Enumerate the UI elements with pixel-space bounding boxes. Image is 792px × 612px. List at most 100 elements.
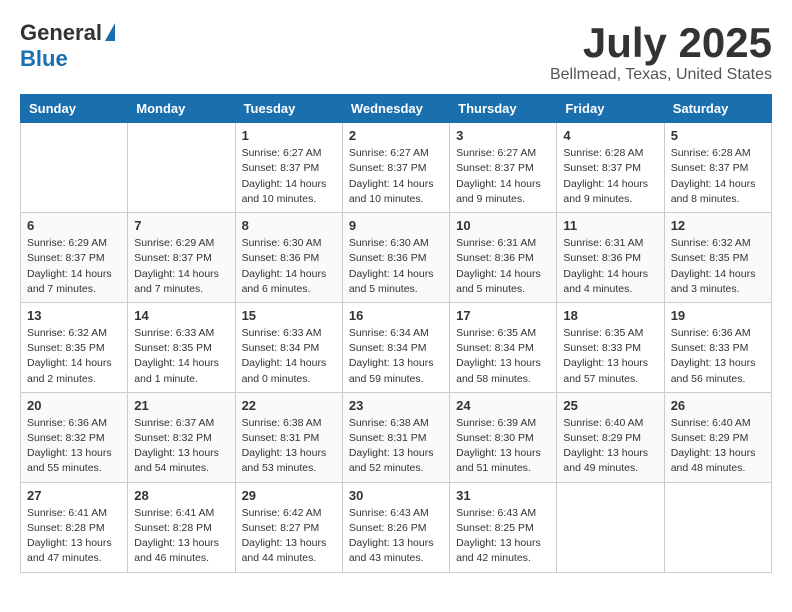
calendar-cell: 22Sunrise: 6:38 AM Sunset: 8:31 PM Dayli… (235, 392, 342, 482)
day-info: Sunrise: 6:38 AM Sunset: 8:31 PM Dayligh… (349, 416, 443, 477)
day-info: Sunrise: 6:43 AM Sunset: 8:26 PM Dayligh… (349, 506, 443, 567)
day-info: Sunrise: 6:33 AM Sunset: 8:34 PM Dayligh… (242, 326, 336, 387)
day-info: Sunrise: 6:41 AM Sunset: 8:28 PM Dayligh… (27, 506, 121, 567)
calendar-week-3: 13 Sunrise: 6:32 AM Sunset: 8:35 PM Dayli… (21, 302, 772, 392)
day-info: Sunrise: 6:30 AM Sunset: 8:36 PM Dayligh… (242, 236, 336, 297)
month-title: July 2025 (550, 20, 772, 66)
day-header-tuesday: Tuesday (235, 95, 342, 123)
day-info: Sunrise: 6:43 AM Sunset: 8:25 PM Dayligh… (456, 506, 550, 567)
day-info: Sunrise: 6:27 AM Sunset: 8:37 PM Dayligh… (349, 146, 443, 207)
day-number: 25 (563, 398, 657, 413)
day-info: Sunrise: 6:28 AM Sunset: 8:37 PM Dayligh… (563, 146, 657, 207)
day-info: Sunrise: 6:42 AM Sunset: 8:27 PM Dayligh… (242, 506, 336, 567)
day-number: 4 (563, 128, 657, 143)
calendar-cell: 4 Sunrise: 6:28 AM Sunset: 8:37 PM Daylig… (557, 123, 664, 213)
day-info: Sunrise: 6:35 AM Sunset: 8:34 PM Dayligh… (456, 326, 550, 387)
day-info: Sunrise: 6:30 AM Sunset: 8:36 PM Dayligh… (349, 236, 443, 297)
calendar-cell: 20 Sunrise: 6:36 AM Sunset: 8:32 PM Dayli… (21, 392, 128, 482)
day-info: Sunrise: 6:34 AM Sunset: 8:34 PM Dayligh… (349, 326, 443, 387)
calendar-cell: 31Sunrise: 6:43 AM Sunset: 8:25 PM Dayli… (450, 482, 557, 572)
day-number: 8 (242, 218, 336, 233)
calendar-cell: 28 Sunrise: 6:41 AM Sunset: 8:28 PM Dayli… (128, 482, 235, 572)
calendar-cell (557, 482, 664, 572)
calendar-cell: 21 Sunrise: 6:37 AM Sunset: 8:32 PM Dayli… (128, 392, 235, 482)
day-info: Sunrise: 6:32 AM Sunset: 8:35 PM Dayligh… (27, 326, 121, 387)
calendar-cell: 3 Sunrise: 6:27 AM Sunset: 8:37 PM Daylig… (450, 123, 557, 213)
day-number: 7 (134, 218, 228, 233)
day-number: 15 (242, 308, 336, 323)
calendar-cell: 9Sunrise: 6:30 AM Sunset: 8:36 PM Daylig… (342, 213, 449, 303)
title-block: July 2025 Bellmead, Texas, United States (550, 20, 772, 84)
day-number: 20 (27, 398, 121, 413)
day-info: Sunrise: 6:36 AM Sunset: 8:33 PM Dayligh… (671, 326, 765, 387)
day-number: 24 (456, 398, 550, 413)
day-number: 2 (349, 128, 443, 143)
day-info: Sunrise: 6:37 AM Sunset: 8:32 PM Dayligh… (134, 416, 228, 477)
day-number: 18 (563, 308, 657, 323)
day-info: Sunrise: 6:40 AM Sunset: 8:29 PM Dayligh… (671, 416, 765, 477)
calendar-cell: 13 Sunrise: 6:32 AM Sunset: 8:35 PM Dayli… (21, 302, 128, 392)
day-header-friday: Friday (557, 95, 664, 123)
day-number: 11 (563, 218, 657, 233)
calendar-cell: 2 Sunrise: 6:27 AM Sunset: 8:37 PM Daylig… (342, 123, 449, 213)
calendar-cell: 5Sunrise: 6:28 AM Sunset: 8:37 PM Daylig… (664, 123, 771, 213)
calendar-cell: 12Sunrise: 6:32 AM Sunset: 8:35 PM Dayli… (664, 213, 771, 303)
day-number: 13 (27, 308, 121, 323)
calendar-cell: 14Sunrise: 6:33 AM Sunset: 8:35 PM Dayli… (128, 302, 235, 392)
location-text: Bellmead, Texas, United States (550, 66, 772, 84)
day-header-monday: Monday (128, 95, 235, 123)
day-info: Sunrise: 6:39 AM Sunset: 8:30 PM Dayligh… (456, 416, 550, 477)
day-info: Sunrise: 6:36 AM Sunset: 8:32 PM Dayligh… (27, 416, 121, 477)
day-header-saturday: Saturday (664, 95, 771, 123)
day-info: Sunrise: 6:31 AM Sunset: 8:36 PM Dayligh… (456, 236, 550, 297)
calendar-cell (128, 123, 235, 213)
day-number: 21 (134, 398, 228, 413)
day-number: 19 (671, 308, 765, 323)
day-number: 10 (456, 218, 550, 233)
logo-blue-text: Blue (20, 46, 68, 72)
calendar-table: SundayMondayTuesdayWednesdayThursdayFrid… (20, 94, 772, 572)
day-number: 17 (456, 308, 550, 323)
day-number: 27 (27, 488, 121, 503)
day-info: Sunrise: 6:41 AM Sunset: 8:28 PM Dayligh… (134, 506, 228, 567)
calendar-cell: 23 Sunrise: 6:38 AM Sunset: 8:31 PM Dayli… (342, 392, 449, 482)
calendar-cell: 10 Sunrise: 6:31 AM Sunset: 8:36 PM Dayli… (450, 213, 557, 303)
day-info: Sunrise: 6:35 AM Sunset: 8:33 PM Dayligh… (563, 326, 657, 387)
calendar-cell: 26 Sunrise: 6:40 AM Sunset: 8:29 PM Dayli… (664, 392, 771, 482)
calendar-cell: 17 Sunrise: 6:35 AM Sunset: 8:34 PM Dayli… (450, 302, 557, 392)
day-info: Sunrise: 6:27 AM Sunset: 8:37 PM Dayligh… (456, 146, 550, 207)
page-header: General Blue July 2025 Bellmead, Texas, … (20, 20, 772, 84)
day-header-sunday: Sunday (21, 95, 128, 123)
calendar-cell: 16 Sunrise: 6:34 AM Sunset: 8:34 PM Dayli… (342, 302, 449, 392)
day-number: 23 (349, 398, 443, 413)
day-info: Sunrise: 6:27 AM Sunset: 8:37 PM Dayligh… (242, 146, 336, 207)
day-info: Sunrise: 6:31 AM Sunset: 8:36 PM Dayligh… (563, 236, 657, 297)
calendar-cell (664, 482, 771, 572)
day-info: Sunrise: 6:32 AM Sunset: 8:35 PM Dayligh… (671, 236, 765, 297)
day-number: 29 (242, 488, 336, 503)
calendar-week-5: 27 Sunrise: 6:41 AM Sunset: 8:28 PM Dayli… (21, 482, 772, 572)
calendar-cell: 25 Sunrise: 6:40 AM Sunset: 8:29 PM Dayli… (557, 392, 664, 482)
calendar-cell (21, 123, 128, 213)
calendar-cell: 18 Sunrise: 6:35 AM Sunset: 8:33 PM Dayli… (557, 302, 664, 392)
logo-triangle-icon (105, 23, 115, 41)
day-info: Sunrise: 6:38 AM Sunset: 8:31 PM Dayligh… (242, 416, 336, 477)
calendar-cell: 11 Sunrise: 6:31 AM Sunset: 8:36 PM Dayli… (557, 213, 664, 303)
day-info: Sunrise: 6:40 AM Sunset: 8:29 PM Dayligh… (563, 416, 657, 477)
day-number: 16 (349, 308, 443, 323)
calendar-week-1: 1 Sunrise: 6:27 AM Sunset: 8:37 PM Daylig… (21, 123, 772, 213)
day-header-thursday: Thursday (450, 95, 557, 123)
day-number: 30 (349, 488, 443, 503)
calendar-header-row: SundayMondayTuesdayWednesdayThursdayFrid… (21, 95, 772, 123)
calendar-week-2: 6Sunrise: 6:29 AM Sunset: 8:37 PM Daylig… (21, 213, 772, 303)
day-info: Sunrise: 6:33 AM Sunset: 8:35 PM Dayligh… (134, 326, 228, 387)
day-number: 1 (242, 128, 336, 143)
calendar-cell: 8 Sunrise: 6:30 AM Sunset: 8:36 PM Daylig… (235, 213, 342, 303)
calendar-cell: 6Sunrise: 6:29 AM Sunset: 8:37 PM Daylig… (21, 213, 128, 303)
calendar-cell: 29 Sunrise: 6:42 AM Sunset: 8:27 PM Dayli… (235, 482, 342, 572)
day-number: 26 (671, 398, 765, 413)
day-number: 28 (134, 488, 228, 503)
calendar-week-4: 20 Sunrise: 6:36 AM Sunset: 8:32 PM Dayli… (21, 392, 772, 482)
day-info: Sunrise: 6:29 AM Sunset: 8:37 PM Dayligh… (134, 236, 228, 297)
day-number: 3 (456, 128, 550, 143)
